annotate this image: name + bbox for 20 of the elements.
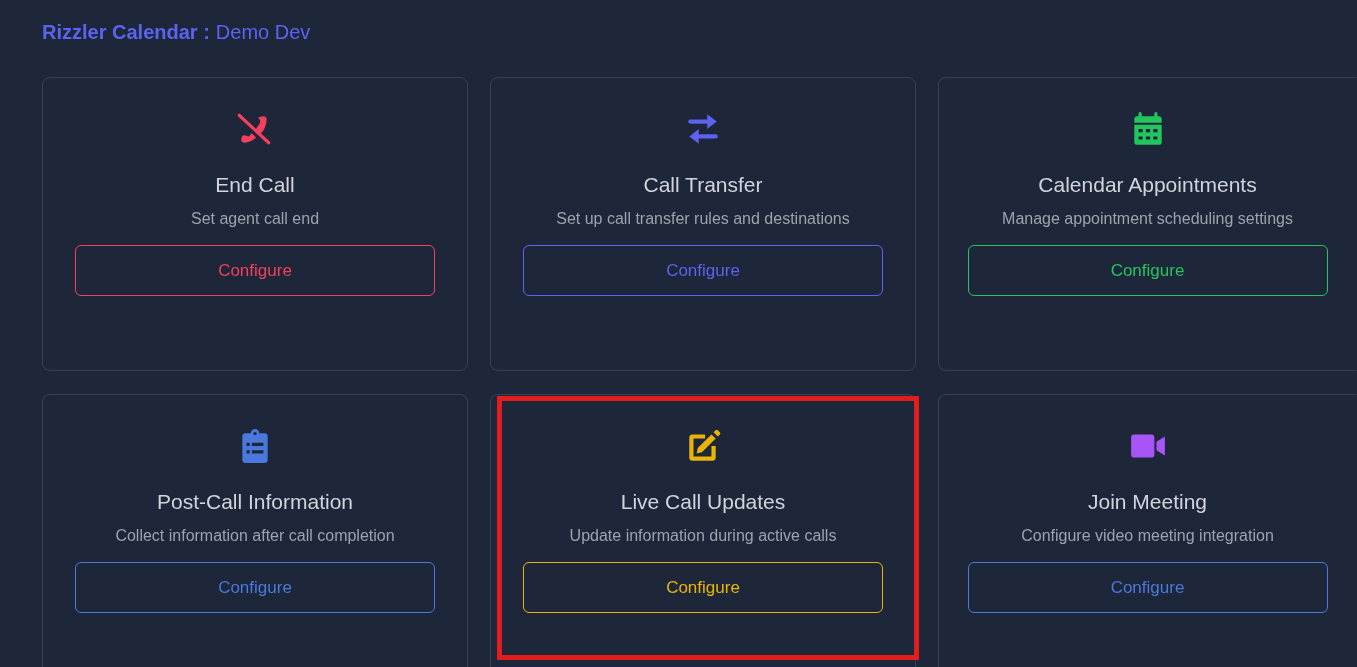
card-title: Live Call Updates [620, 489, 786, 515]
card-title: Join Meeting [1087, 489, 1208, 515]
configure-button[interactable]: Configure [523, 245, 883, 296]
card-title: End Call [215, 172, 295, 198]
card-title: Post-Call Information [156, 489, 354, 515]
configure-button[interactable]: Configure [75, 562, 435, 613]
card-description: Set up call transfer rules and destinations [556, 209, 850, 229]
card-title: Call Transfer [643, 172, 763, 198]
configure-button[interactable]: Configure [967, 562, 1328, 613]
card-description: Configure video meeting integration [1021, 526, 1274, 546]
app-name: Rizzler Calendar : [42, 20, 210, 44]
card-description: Manage appointment scheduling settings [1002, 209, 1293, 229]
card-description: Set agent call end [190, 209, 320, 229]
card-title: Calendar Appointments [1038, 172, 1257, 198]
configure-button[interactable]: Configure [75, 245, 435, 296]
configure-button[interactable]: Configure [523, 562, 883, 613]
card-description: Update information during active calls [569, 526, 837, 546]
card-description: Collect information after call completion [115, 526, 395, 546]
project-name: Demo Dev [215, 20, 311, 44]
configure-button[interactable]: Configure [967, 245, 1328, 296]
